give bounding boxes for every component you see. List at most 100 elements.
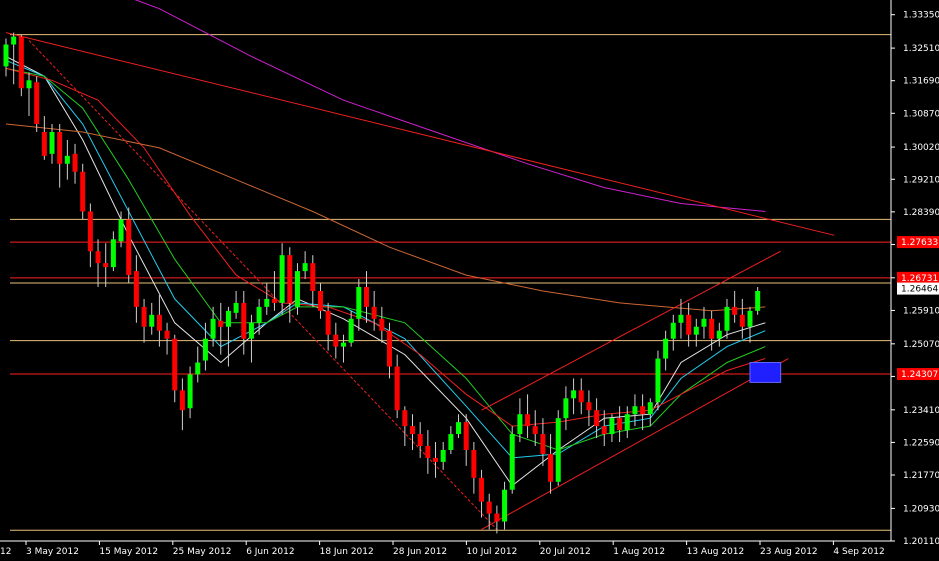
candle-body-17 [133, 271, 139, 307]
price-tag-label-3: 1.24307 [901, 370, 938, 380]
candle-body-70 [540, 434, 546, 454]
candle-body-34 [264, 298, 270, 307]
candle-body-21 [164, 330, 170, 339]
candle-body-95 [732, 306, 738, 315]
candle-body-48 [371, 306, 377, 319]
candle-body-24 [187, 374, 193, 409]
candle-body-62 [479, 477, 485, 502]
candle-body-61 [471, 449, 477, 478]
candle-body-33 [256, 306, 262, 323]
y-tick-label-4: 1.30020 [903, 143, 939, 153]
x-tick-label-1: 15 May 2012 [99, 547, 158, 557]
candle-body-14 [110, 239, 116, 268]
y-tick-label-3: 1.30870 [903, 109, 939, 119]
candle-body-84 [647, 402, 653, 415]
candle-body-45 [348, 318, 354, 343]
candle-body-66 [509, 434, 515, 490]
x-label-partial: 12 [0, 547, 11, 557]
candle-body-15 [118, 219, 124, 242]
candle-body-27 [210, 318, 216, 339]
candle-body-89 [686, 314, 692, 335]
y-tick-label-0: 1.33350 [903, 11, 939, 21]
candle-body-20 [156, 314, 162, 331]
candle-body-90 [693, 326, 699, 335]
price-tag-label-2: 1.26464 [901, 285, 938, 295]
x-tick-label-9: 13 Aug 2012 [687, 547, 745, 557]
x-tick-label-8: 1 Aug 2012 [613, 547, 665, 557]
candle-body-69 [532, 426, 538, 435]
y-tick-label-15: 1.20930 [903, 504, 939, 514]
candle-body-77 [594, 410, 600, 427]
candle-body-6 [49, 131, 55, 154]
candle-body-38 [294, 271, 300, 307]
y-tick-label-2: 1.31690 [903, 77, 939, 87]
candle-body-64 [494, 513, 500, 522]
y-tick-label-14: 1.21770 [903, 471, 939, 481]
candle-body-4 [34, 82, 40, 125]
candle-body-68 [525, 414, 531, 427]
candle-body-42 [325, 310, 331, 335]
candle-body-82 [632, 406, 638, 415]
candle-body-35 [271, 298, 277, 303]
candle-body-23 [179, 390, 185, 411]
candle-body-87 [670, 322, 676, 339]
candle-body-93 [716, 330, 722, 339]
candle-body-92 [709, 318, 715, 339]
candle-body-94 [724, 306, 730, 331]
y-tick-label-16: 1.20110 [903, 537, 939, 547]
candle-body-49 [379, 318, 385, 331]
candle-body-52 [402, 410, 408, 427]
candle-body-32 [248, 322, 254, 339]
candle-body-1 [11, 36, 17, 45]
y-tick-label-5: 1.29210 [903, 175, 939, 185]
candle-body-58 [448, 434, 454, 450]
x-tick-label-0: 3 May 2012 [26, 547, 79, 557]
y-tick-label-9: 1.25910 [903, 306, 939, 316]
x-tick-label-10: 23 Aug 2012 [760, 547, 818, 557]
x-tick-label-7: 20 Jul 2012 [540, 547, 591, 557]
x-tick-label-6: 10 Jul 2012 [466, 547, 517, 557]
chart-background [0, 0, 939, 561]
candle-body-12 [95, 251, 101, 264]
candle-body-63 [486, 501, 492, 514]
candle-body-7 [57, 131, 63, 164]
candle-body-30 [233, 302, 239, 313]
candle-body-9 [72, 153, 78, 172]
candle-body-53 [410, 426, 416, 435]
candle-body-41 [317, 290, 323, 311]
candle-body-47 [363, 286, 369, 307]
candle-body-55 [425, 445, 431, 458]
candle-body-83 [640, 406, 646, 415]
candle-body-73 [563, 398, 569, 419]
candle-body-67 [517, 414, 523, 435]
candle-body-31 [241, 302, 247, 339]
candle-body-2 [18, 36, 24, 89]
candle-body-71 [548, 453, 554, 482]
candle-body-51 [394, 366, 400, 411]
candle-body-25 [195, 362, 201, 375]
candle-body-37 [287, 255, 293, 303]
candle-body-91 [701, 318, 707, 327]
candle-body-86 [663, 338, 669, 359]
candle-body-22 [172, 338, 178, 391]
x-tick-label-2: 25 May 2012 [173, 547, 232, 557]
candle-body-85 [655, 358, 661, 403]
candle-body-36 [279, 255, 285, 303]
candle-body-76 [586, 402, 592, 411]
candle-body-59 [456, 422, 462, 435]
x-tick-label-4: 18 Jun 2012 [320, 547, 374, 557]
candle-body-57 [440, 449, 446, 462]
candle-body-79 [609, 418, 615, 435]
candle-body-75 [578, 390, 584, 403]
candle-body-78 [601, 426, 607, 435]
candle-body-44 [340, 342, 346, 347]
candle-body-98 [755, 290, 761, 311]
y-tick-label-12: 1.23410 [903, 406, 939, 416]
candle-body-88 [678, 314, 684, 323]
candle-body-46 [356, 286, 362, 319]
y-tick-label-10: 1.25070 [903, 340, 939, 350]
candle-body-74 [571, 390, 577, 399]
candle-body-13 [103, 263, 109, 268]
highlight-box [749, 362, 782, 383]
candle-body-0 [3, 44, 9, 67]
